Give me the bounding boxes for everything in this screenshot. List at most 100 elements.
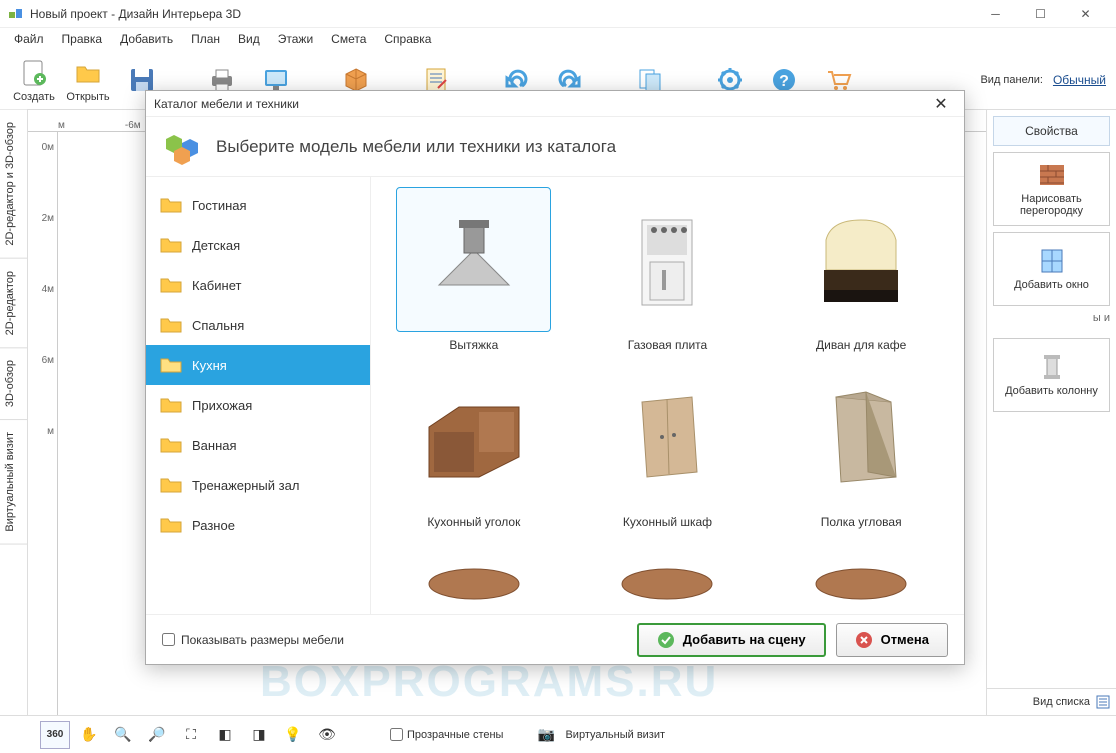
- dialog-header: Выберите модель мебели или техники из ка…: [146, 117, 964, 177]
- folder-icon: [160, 476, 182, 494]
- toolbar-create-button[interactable]: Создать: [10, 52, 58, 108]
- dialog-header-text: Выберите модель мебели или техники из ка…: [216, 137, 616, 157]
- furniture-item[interactable]: [768, 541, 954, 614]
- furniture-label: Кухонный шкаф: [623, 515, 712, 529]
- menu-add[interactable]: Добавить: [112, 30, 181, 48]
- furniture-thumb: [396, 364, 551, 509]
- window-close-button[interactable]: ✕: [1063, 0, 1108, 28]
- category-item[interactable]: Кухня: [146, 345, 370, 385]
- show-sizes-checkbox[interactable]: Показывать размеры мебели: [162, 633, 344, 647]
- cubes-icon: [162, 127, 202, 167]
- column-icon: [1038, 353, 1066, 381]
- tab-3d[interactable]: 3D-обзор: [0, 348, 27, 420]
- svg-text:?: ?: [779, 73, 789, 90]
- add-to-scene-button[interactable]: Добавить на сцену: [637, 623, 826, 657]
- fit-button[interactable]: ⛶: [176, 721, 206, 749]
- category-label: Тренажерный зал: [192, 478, 299, 493]
- toolbar-open-label: Открыть: [66, 91, 109, 103]
- dialog-close-button[interactable]: ✕: [926, 92, 956, 116]
- action-add-column[interactable]: Добавить колонну: [993, 338, 1110, 412]
- window-minimize-button[interactable]: ─: [973, 0, 1018, 28]
- category-label: Разное: [192, 518, 235, 533]
- category-label: Кухня: [192, 358, 227, 373]
- folder-icon: [160, 516, 182, 534]
- action-add-window[interactable]: Добавить окно: [993, 232, 1110, 306]
- zoom-out-button[interactable]: 🔎: [142, 721, 172, 749]
- extra-1-button[interactable]: ◧: [210, 721, 240, 749]
- action-label: Добавить окно: [1014, 279, 1089, 291]
- dialog-title-text: Каталог мебели и техники: [154, 97, 926, 111]
- furniture-item[interactable]: Кухонный шкаф: [575, 364, 761, 529]
- panel-mode-label: Вид панели:: [980, 74, 1042, 86]
- category-item[interactable]: Спальня: [146, 305, 370, 345]
- show-sizes-input[interactable]: [162, 633, 175, 646]
- menu-help[interactable]: Справка: [376, 30, 439, 48]
- new-file-icon: [18, 57, 50, 89]
- transparent-walls-checkbox[interactable]: Прозрачные стены: [390, 728, 503, 741]
- right-panel: Свойства Нарисовать перегородку Добавить…: [986, 110, 1116, 715]
- menu-file[interactable]: Файл: [6, 30, 52, 48]
- panel-mode-link[interactable]: Обычный: [1053, 73, 1106, 87]
- ruler-v-tick: 4м: [42, 284, 54, 295]
- tab-virtual[interactable]: Виртуальный визит: [0, 420, 27, 545]
- camera-icon: 📷: [531, 721, 561, 749]
- tab-2d[interactable]: 2D-редактор: [0, 259, 27, 348]
- bottom-toolbar: 360 ✋ 🔍 🔎 ⛶ ◧ ◨ 💡 👁 Прозрачные стены 📷 В…: [0, 715, 1116, 753]
- bricks-icon: [1038, 161, 1066, 189]
- furniture-label: Вытяжка: [449, 338, 498, 352]
- furniture-label: Газовая плита: [628, 338, 707, 352]
- furniture-item[interactable]: Газовая плита: [575, 187, 761, 352]
- furniture-item[interactable]: [381, 541, 567, 614]
- list-view-toggle[interactable]: Вид списка: [987, 688, 1116, 715]
- view-360-button[interactable]: 360: [40, 721, 70, 749]
- list-view-label: Вид списка: [1033, 696, 1090, 708]
- category-list: Гостиная ДетскаяКабинетСпальня Кухня Прихож…: [146, 177, 371, 614]
- category-label: Прихожая: [192, 398, 252, 413]
- tab-2d-3d[interactable]: 2D-редактор и 3D-обзор: [0, 110, 27, 259]
- furniture-thumb: [784, 364, 939, 509]
- furniture-item[interactable]: Полка угловая: [768, 364, 954, 529]
- furniture-item[interactable]: Кухонный уголок: [381, 364, 567, 529]
- category-item[interactable]: Прихожая: [146, 385, 370, 425]
- menu-estimate[interactable]: Смета: [323, 30, 374, 48]
- furniture-label: Полка угловая: [821, 515, 902, 529]
- category-item[interactable]: Детская: [146, 225, 370, 265]
- transparent-walls-label: Прозрачные стены: [407, 729, 503, 741]
- furniture-item[interactable]: Диван для кафе: [768, 187, 954, 352]
- dialog-body: Гостиная ДетскаяКабинетСпальня Кухня Прихож…: [146, 177, 964, 614]
- eye-button[interactable]: 👁: [312, 721, 342, 749]
- category-item[interactable]: Гостиная: [146, 185, 370, 225]
- pan-button[interactable]: ✋: [74, 721, 104, 749]
- window-maximize-button[interactable]: ☐: [1018, 0, 1063, 28]
- furniture-thumb: [590, 364, 745, 509]
- folder-icon: [160, 316, 182, 334]
- item-grid: Вытяжка Газовая плита Диван для кафе Кухонн…: [371, 177, 964, 614]
- app-icon: [8, 6, 24, 22]
- extra-2-button[interactable]: ◨: [244, 721, 274, 749]
- menu-edit[interactable]: Правка: [54, 30, 111, 48]
- menu-plan[interactable]: План: [183, 30, 228, 48]
- toolbar-open-button[interactable]: Открыть: [64, 52, 112, 108]
- action-draw-partition[interactable]: Нарисовать перегородку: [993, 152, 1110, 226]
- category-item[interactable]: Ванная: [146, 425, 370, 465]
- add-button-label: Добавить на сцену: [683, 632, 806, 647]
- folder-icon: [160, 436, 182, 454]
- category-label: Гостиная: [192, 198, 247, 213]
- cancel-button[interactable]: Отмена: [836, 623, 948, 657]
- folder-icon: [160, 196, 182, 214]
- transparent-walls-input[interactable]: [390, 728, 403, 741]
- category-item[interactable]: Тренажерный зал: [146, 465, 370, 505]
- window-titlebar: Новый проект - Дизайн Интерьера 3D ─ ☐ ✕: [0, 0, 1116, 28]
- menu-view[interactable]: Вид: [230, 30, 268, 48]
- zoom-in-button[interactable]: 🔍: [108, 721, 138, 749]
- furniture-thumb: [784, 541, 939, 614]
- furniture-item[interactable]: [575, 541, 761, 614]
- menu-floors[interactable]: Этажи: [270, 30, 321, 48]
- properties-button[interactable]: Свойства: [993, 116, 1110, 146]
- category-item[interactable]: Кабинет: [146, 265, 370, 305]
- bulb-button[interactable]: 💡: [278, 721, 308, 749]
- category-item[interactable]: Разное: [146, 505, 370, 545]
- virtual-visit-label[interactable]: Виртуальный визит: [565, 729, 665, 741]
- furniture-item[interactable]: Вытяжка: [381, 187, 567, 352]
- ruler-h-tick: -6м: [125, 120, 141, 131]
